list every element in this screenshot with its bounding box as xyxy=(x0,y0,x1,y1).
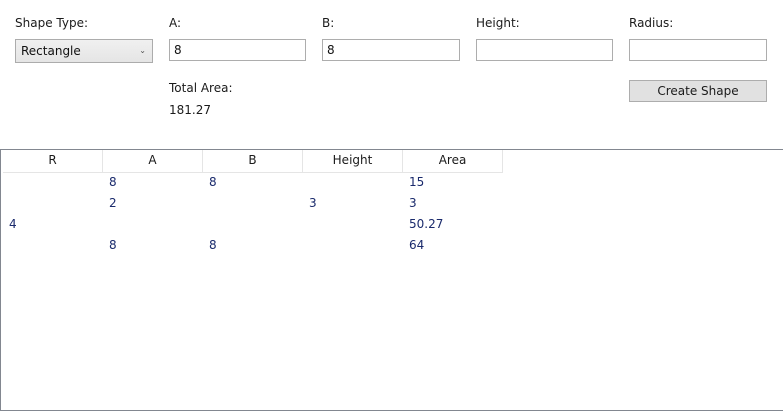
cell-area: 3 xyxy=(409,196,417,210)
cell-height: 3 xyxy=(309,196,317,210)
b-input[interactable] xyxy=(322,39,460,61)
column-header-r[interactable]: R xyxy=(3,150,103,172)
total-area-value: 181.27 xyxy=(169,103,211,117)
column-header-area[interactable]: Area xyxy=(403,150,503,172)
cell-b xyxy=(203,214,303,235)
cell-a xyxy=(103,214,203,235)
cell-r xyxy=(3,193,103,214)
chevron-down-icon: ⌄ xyxy=(139,46,146,55)
shape-type-label: Shape Type: xyxy=(15,16,88,30)
radius-input[interactable] xyxy=(629,39,767,61)
cell-a: 8 xyxy=(109,175,117,189)
table-row[interactable]: 4 50.27 xyxy=(3,214,503,235)
a-label: A: xyxy=(169,16,182,30)
cell-b: 8 xyxy=(209,175,217,189)
table-row[interactable]: 8 8 64 xyxy=(3,235,503,256)
cell-a: 8 xyxy=(109,238,117,252)
cell-b xyxy=(203,193,303,214)
cell-height xyxy=(303,172,403,193)
table-row[interactable]: 2 3 3 xyxy=(3,193,503,214)
cell-r: 4 xyxy=(9,217,17,231)
height-label: Height: xyxy=(476,16,520,30)
shape-type-value: Rectangle xyxy=(21,44,81,58)
cell-area: 15 xyxy=(409,175,425,189)
b-label: B: xyxy=(322,16,335,30)
cell-b: 8 xyxy=(209,238,217,252)
a-input[interactable] xyxy=(169,39,306,61)
radius-label: Radius: xyxy=(629,16,674,30)
column-header-b[interactable]: B xyxy=(203,150,303,172)
grid-header: R A B Height Area xyxy=(3,150,503,173)
cell-height xyxy=(303,235,403,256)
shapes-data-grid[interactable]: R A B Height Area 8 8 15 2 3 3 4 50.27 8… xyxy=(0,149,783,411)
cell-area: 50.27 xyxy=(409,217,444,231)
total-area-label: Total Area: xyxy=(169,81,233,95)
column-header-height[interactable]: Height xyxy=(303,150,403,172)
create-shape-button[interactable]: Create Shape xyxy=(629,80,767,102)
cell-a: 2 xyxy=(109,196,117,210)
cell-height xyxy=(303,214,403,235)
height-input[interactable] xyxy=(476,39,613,61)
cell-r xyxy=(3,235,103,256)
shape-type-select[interactable]: Rectangle ⌄ xyxy=(15,39,153,63)
cell-r xyxy=(3,172,103,193)
table-row[interactable]: 8 8 15 xyxy=(3,172,503,193)
column-header-a[interactable]: A xyxy=(103,150,203,172)
cell-area: 64 xyxy=(409,238,425,252)
